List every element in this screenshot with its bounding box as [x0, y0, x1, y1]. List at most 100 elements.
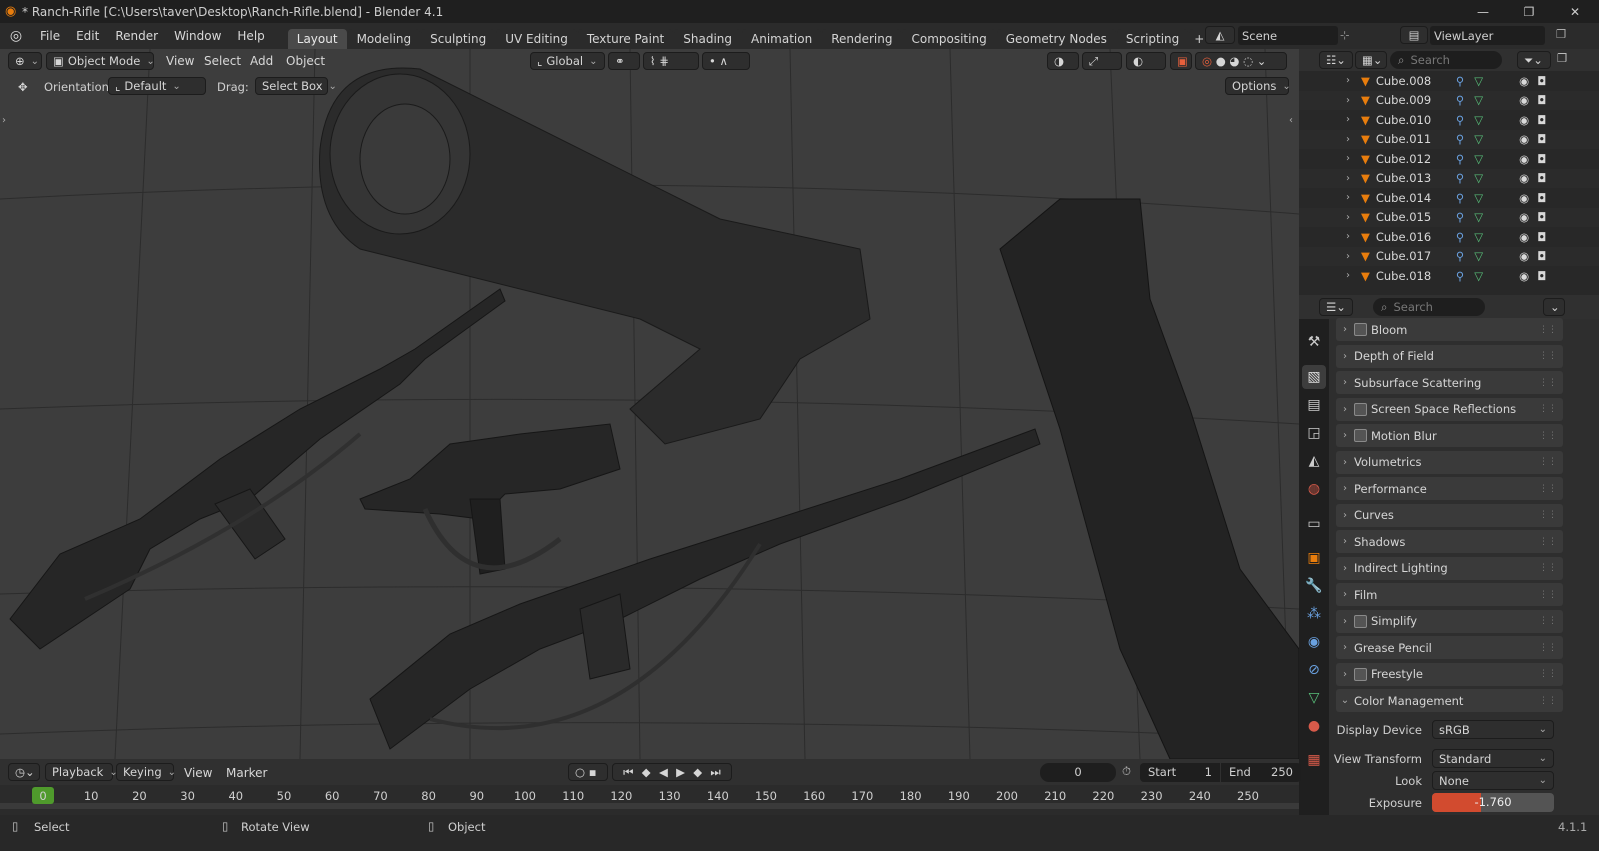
- chevron-right-icon[interactable]: ›: [1336, 563, 1354, 574]
- object-tab-icon[interactable]: ▣: [1302, 546, 1326, 570]
- snap-icon[interactable]: ⌇ ⋕: [643, 52, 699, 70]
- expand-chevron-icon[interactable]: ›: [1339, 114, 1357, 125]
- display-mode-icon[interactable]: ▦⌄: [1355, 51, 1387, 69]
- expand-chevron-icon[interactable]: ›: [1339, 251, 1357, 262]
- outliner-item[interactable]: › ▼ Cube.011 ⚲ ▽ ◉ ◘: [1299, 129, 1599, 149]
- move-gizmo-icon[interactable]: ✥: [12, 78, 34, 96]
- next-keyframe-icon[interactable]: ◆: [693, 765, 702, 779]
- expand-chevron-icon[interactable]: ›: [1339, 153, 1357, 164]
- panel-volumetrics[interactable]: › Volumetrics ⋮⋮: [1336, 450, 1563, 474]
- panel-enable-checkbox[interactable]: [1354, 614, 1367, 628]
- drag-handle-icon[interactable]: ⋮⋮: [1539, 537, 1557, 547]
- vertex-group-icon[interactable]: ▽: [1474, 249, 1483, 263]
- toolbar-expand-icon[interactable]: ›: [2, 115, 6, 126]
- drag-handle-icon[interactable]: ⋮⋮: [1539, 431, 1557, 441]
- menu-file[interactable]: File: [32, 29, 68, 43]
- vertex-group-icon[interactable]: ▽: [1474, 269, 1483, 283]
- vertex-group-icon[interactable]: ▽: [1474, 132, 1483, 146]
- modifier-icon[interactable]: ⚲: [1456, 191, 1464, 205]
- eye-icon[interactable]: ◉: [1519, 230, 1529, 244]
- 3d-viewport[interactable]: ⊕ ▣Object Mode View Select Add Object ⌞G…: [0, 49, 1299, 759]
- jump-end-icon[interactable]: ⏭: [710, 765, 720, 780]
- eye-icon[interactable]: ◉: [1519, 132, 1529, 146]
- tab-scripting[interactable]: Scripting: [1116, 29, 1189, 49]
- orientation-select[interactable]: ⌞ Default: [108, 77, 206, 95]
- drag-handle-icon[interactable]: ⋮⋮: [1539, 696, 1557, 706]
- view-layer-tab-icon[interactable]: ◲: [1302, 421, 1326, 445]
- drag-handle-icon[interactable]: ⋮⋮: [1539, 669, 1557, 679]
- tab-uv-editing[interactable]: UV Editing: [496, 29, 577, 49]
- proportional-editing-icon[interactable]: • ∧: [702, 52, 750, 70]
- tab-sculpting[interactable]: Sculpting: [421, 29, 496, 49]
- drag-handle-icon[interactable]: ⋮⋮: [1539, 325, 1557, 335]
- menu-render[interactable]: Render: [107, 29, 166, 43]
- expand-chevron-icon[interactable]: ›: [1339, 231, 1357, 242]
- viewlayer-icon[interactable]: ▤: [1400, 26, 1428, 44]
- stopwatch-icon[interactable]: ⏱: [1122, 764, 1131, 779]
- tool-tab-icon[interactable]: ⚒: [1302, 330, 1326, 354]
- eye-icon[interactable]: ◉: [1519, 191, 1529, 205]
- modifier-icon[interactable]: ⚲: [1456, 74, 1464, 88]
- drag-handle-icon[interactable]: ⋮⋮: [1539, 616, 1557, 626]
- camera-icon[interactable]: ◘: [1537, 132, 1546, 146]
- auto-keying-icon[interactable]: ○ ▪: [568, 763, 608, 781]
- vertex-group-icon[interactable]: ▽: [1474, 210, 1483, 224]
- expand-chevron-icon[interactable]: ›: [1339, 192, 1357, 203]
- viewport-menu-object[interactable]: Object: [278, 54, 333, 68]
- panel-enable-checkbox[interactable]: [1354, 323, 1367, 336]
- prev-keyframe-icon[interactable]: ◆: [642, 765, 651, 779]
- tab-geometry-nodes[interactable]: Geometry Nodes: [996, 29, 1116, 49]
- panel-enable-checkbox[interactable]: [1354, 429, 1367, 442]
- chevron-right-icon[interactable]: ›: [1336, 324, 1354, 335]
- drag-handle-icon[interactable]: ⋮⋮: [1539, 510, 1557, 520]
- camera-icon[interactable]: ◘: [1537, 269, 1546, 283]
- outliner-item[interactable]: › ▼ Cube.018 ⚲ ▽ ◉ ◘: [1299, 266, 1599, 286]
- drag-handle-icon[interactable]: ⋮⋮: [1539, 351, 1557, 361]
- chevron-right-icon[interactable]: ›: [1336, 536, 1354, 547]
- drag-handle-icon[interactable]: ⋮⋮: [1539, 378, 1557, 388]
- eye-icon[interactable]: ◉: [1519, 113, 1529, 127]
- modifier-icon[interactable]: ⚲: [1456, 230, 1464, 244]
- keying-menu[interactable]: Keying: [116, 763, 174, 781]
- vertex-group-icon[interactable]: ▽: [1474, 171, 1483, 185]
- world-tab-icon[interactable]: ◍: [1302, 477, 1326, 501]
- panel-screen-space-reflections[interactable]: › Screen Space Reflections ⋮⋮: [1336, 397, 1563, 421]
- pin-icon[interactable]: ⊹: [1340, 28, 1350, 42]
- chevron-right-icon[interactable]: ›: [1336, 642, 1354, 653]
- chevron-down-icon[interactable]: ⌄: [1336, 695, 1354, 706]
- outliner-item[interactable]: › ▼ Cube.012 ⚲ ▽ ◉ ◘: [1299, 149, 1599, 169]
- camera-icon[interactable]: ◘: [1537, 249, 1546, 263]
- scene-icon[interactable]: ◭: [1205, 26, 1235, 44]
- tab-modeling[interactable]: Modeling: [347, 29, 421, 49]
- viewport-menu-add[interactable]: Add: [242, 54, 281, 68]
- chevron-right-icon[interactable]: ›: [1336, 404, 1354, 415]
- expand-chevron-icon[interactable]: ›: [1339, 212, 1357, 223]
- eye-icon[interactable]: ◉: [1519, 269, 1529, 283]
- viewlayer-selector[interactable]: ViewLayer: [1430, 26, 1545, 45]
- scene-tab-icon[interactable]: ◭: [1302, 449, 1326, 473]
- pivot-point-button[interactable]: ⚭: [608, 52, 640, 70]
- panel-subsurface-scattering[interactable]: › Subsurface Scattering ⋮⋮: [1336, 371, 1563, 394]
- modifier-icon[interactable]: ⚲: [1456, 152, 1464, 166]
- constraints-tab-icon[interactable]: ⊘: [1302, 658, 1326, 682]
- xray-toggle-icon[interactable]: ▣: [1170, 52, 1192, 70]
- expand-chevron-icon[interactable]: ›: [1339, 134, 1357, 145]
- look-select[interactable]: None: [1432, 771, 1554, 790]
- timeline-scrollbar[interactable]: [0, 803, 1299, 809]
- tab-rendering[interactable]: Rendering: [822, 29, 902, 49]
- overlay-toggle-icon[interactable]: ◐: [1126, 52, 1166, 70]
- physics-tab-icon[interactable]: ◉: [1302, 630, 1326, 654]
- panel-enable-checkbox[interactable]: [1354, 402, 1367, 416]
- modifier-icon[interactable]: ⚲: [1456, 93, 1464, 107]
- camera-icon[interactable]: ◘: [1537, 191, 1546, 205]
- chevron-right-icon[interactable]: ›: [1336, 457, 1354, 468]
- outliner-item[interactable]: › ▼ Cube.013 ⚲ ▽ ◉ ◘: [1299, 168, 1599, 188]
- outliner-item[interactable]: › ▼ Cube.009 ⚲ ▽ ◉ ◘: [1299, 90, 1599, 110]
- menu-window[interactable]: Window: [166, 29, 229, 43]
- panel-color-management[interactable]: ⌄ Color Management ⋮⋮: [1336, 689, 1563, 712]
- drag-handle-icon[interactable]: ⋮⋮: [1539, 484, 1557, 494]
- end-frame-field[interactable]: End 250: [1221, 763, 1301, 782]
- maximize-button[interactable]: ❐: [1506, 0, 1552, 23]
- view-transform-select[interactable]: Standard: [1432, 749, 1554, 768]
- vertex-group-icon[interactable]: ▽: [1474, 191, 1483, 205]
